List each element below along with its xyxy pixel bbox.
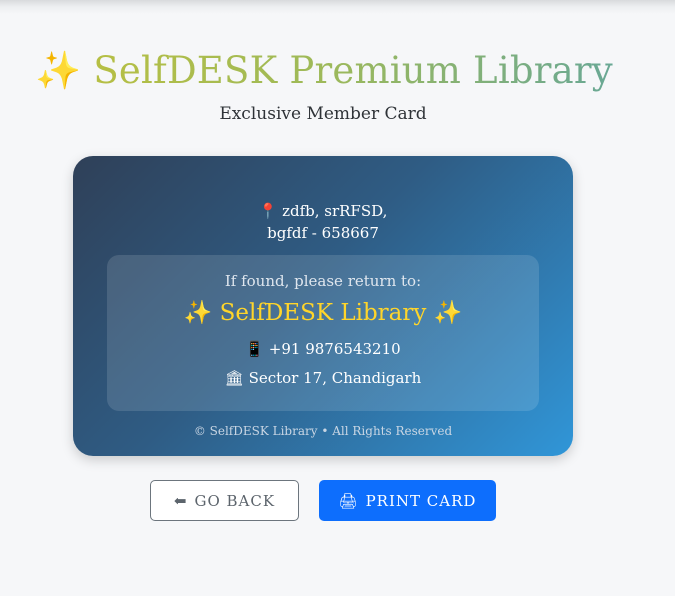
print-card-label: PRINT CARD (365, 491, 477, 510)
copyright-text: © SelfDESK Library • All Rights Reserved (193, 424, 453, 438)
mobile-phone-icon: 📱 (245, 340, 265, 358)
printer-icon: 🖨 (338, 491, 359, 510)
go-back-button[interactable]: ⬅ GO BACK (150, 480, 299, 521)
back-arrow-icon: ⬅ (173, 491, 188, 510)
library-phone: 📱 +91 9876543210 (107, 340, 539, 358)
top-shadow (0, 0, 675, 14)
sparkle-icon: ✨ (35, 49, 82, 92)
location-pin-icon: 📍 (258, 202, 278, 220)
print-card-button[interactable]: 🖨 PRINT CARD (319, 480, 496, 521)
page-title: ✨ SelfDESK Premium Library (0, 46, 648, 96)
building-icon: 🏛 (224, 369, 244, 387)
return-info-box: If found, please return to: ✨ SelfDESK L… (107, 255, 539, 411)
location-text: Sector 17, Chandigarh (248, 369, 422, 387)
page-subtitle: Exclusive Member Card (219, 104, 427, 124)
library-name: ✨ SelfDESK Library ✨ (183, 300, 463, 326)
library-location: 🏛 Sector 17, Chandigarh (107, 369, 539, 387)
return-label: If found, please return to: (224, 272, 422, 290)
address-line-2: bgfdf - 658667 (267, 224, 379, 242)
page-title-text: SelfDESK Premium Library (93, 49, 613, 92)
go-back-label: GO BACK (194, 491, 276, 510)
phone-number: +91 9876543210 (268, 340, 401, 358)
address-line-1: zdfb, srRFSD, (282, 202, 388, 220)
member-address: 📍 zdfb, srRFSD, bgfdf - 658667 (73, 200, 573, 244)
member-card: 📍 zdfb, srRFSD, bgfdf - 658667 If found,… (73, 156, 573, 456)
